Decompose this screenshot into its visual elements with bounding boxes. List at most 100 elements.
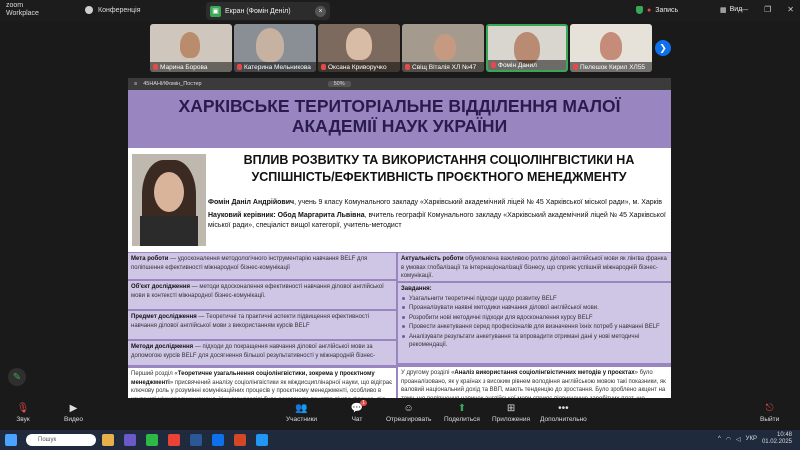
volume-icon[interactable]: ◁ [736,436,741,443]
participant-name: Катерина Мельникова [244,63,311,71]
record-indicator[interactable]: ● Запись [636,6,678,14]
participant-name: Свіщ Віталія ХЛ №47 [412,63,477,71]
tasks-block: Завдання: Узагальнити теоретичні підходи… [398,283,671,363]
windows-start-icon[interactable] [5,434,17,446]
share-indicator[interactable]: ▣ Екран (Фомін Деніл) × [206,2,330,20]
poster-subtitle-line-1: ВПЛИВ РОЗВИТКУ ТА ВИКОРИСТАННЯ СОЦІОЛІНГ… [243,153,635,167]
title-bar: zoom Workplace Конференція ▣ Екран (Фомі… [0,0,800,22]
participant-name: Пелешок Кирил ХЛ55 [580,63,646,71]
logo-line-2: Workplace [6,10,39,17]
section2-block: У другому розділі «Аналіз використання с… [398,367,671,398]
participant-tile[interactable]: Марина Борова [150,24,232,72]
object-block: Об'єкт дослідження — методи вдосконаленн… [128,281,396,309]
menu-icon[interactable]: ≡ [134,81,137,87]
conference-button[interactable]: Конференція [85,6,141,14]
mic-muted-icon [573,64,578,70]
mic-muted-icon [321,64,326,70]
participant-tile[interactable]: Пелешок Кирил ХЛ55 [570,24,652,72]
goal-block: Мета роботи — удосконалення методологічн… [128,253,396,279]
zoom-taskbar-icon[interactable] [212,434,224,446]
meeting-toolbar: 🎙 Звук ▶ Видео 👥 Участники 💬 1 Чат ☺ Отреагиро… [0,398,800,430]
close-window-icon[interactable]: ✕ [787,5,794,14]
language-indicator[interactable]: УКР [746,436,757,442]
participant-face [346,28,372,60]
chevron-up-icon[interactable]: ^ [718,436,721,442]
methods-block: Методи дослідження — підходи до покращен… [128,341,396,365]
react-label: Отреагировать [386,416,432,423]
leave-button[interactable]: ⎋ Выйти [760,402,779,424]
methods-label: Методи дослідження [131,344,194,350]
section2-intro: У другому розділі « [401,370,455,376]
chrome-icon[interactable] [168,434,180,446]
view-button[interactable]: ▦ Вид [720,6,742,14]
participant-name-bar: Пелешок Кирил ХЛ55 [570,62,652,72]
share-label: Поделиться [444,416,480,423]
poster-subtitle: ВПЛИВ РОЗВИТКУ ТА ВИКОРИСТАННЯ СОЦІОЛІНГ… [214,152,664,186]
restore-icon[interactable]: ❐ [764,5,771,14]
participant-tile[interactable]: Оксана Криворучко [318,24,400,72]
annotate-icon[interactable]: ✎ [8,368,26,386]
files-icon[interactable] [102,434,114,446]
participant-tile[interactable]: Катерина Мельникова [234,24,316,72]
poster-title: ХАРКІВСЬКЕ ТЕРИТОРІАЛЬНЕ ВІДДІЛЕННЯ МАЛО… [128,96,671,136]
screen-share-icon: ▣ [210,5,221,17]
windows-taskbar: Пошук ^ ◠ ◁ УКР 10:48 01.02.2025 [0,430,800,450]
mic-muted-icon [153,64,158,70]
people-icon: 👥 [295,402,308,414]
share-button[interactable]: ⬆ Поделиться [444,402,480,424]
react-button[interactable]: ☺ Отреагировать [386,402,432,424]
author-photo [132,154,206,246]
paw-icon [85,6,93,14]
task-item: Розробити нові методичні підходи для вдо… [401,314,668,323]
whatsapp-icon[interactable] [146,434,158,446]
taskbar-search[interactable]: Пошук [26,434,96,446]
participant-name: Фомін Данил [498,61,537,69]
mic-muted-icon [405,64,410,70]
audio-button[interactable]: 🎙 Звук [16,402,30,424]
viewer-title: 45НАНИФомін_Постер [143,81,202,87]
shield-icon [636,6,643,14]
close-icon[interactable]: × [315,5,326,17]
teams-icon[interactable] [124,434,136,446]
record-dot-icon: ● [647,6,652,14]
participants-button[interactable]: 👥 Участники [286,402,317,424]
powerpoint-icon[interactable] [234,434,246,446]
mic-off-icon: 🎙 [16,402,30,414]
document-viewer: ≡ 45НАНИФомін_Постер 50% ХАРКІВСЬКЕ ТЕРИ… [128,78,671,398]
chat-button[interactable]: 💬 1 Чат [350,400,367,423]
tasks-label: Завдання: [401,286,432,292]
participant-face [600,32,622,60]
word-icon[interactable] [190,434,202,446]
participant-name: Оксана Криворучко [328,63,387,71]
grid-icon: ▦ [720,7,727,14]
participant-name-bar: Марина Борова [150,62,232,72]
apps-icon: ⊞ [506,402,516,414]
section1-intro: Перший розділ « [131,371,178,377]
zoom-level[interactable]: 50% [327,81,351,87]
minimize-icon[interactable]: — [740,5,748,14]
apps-button[interactable]: ⊞ Приложения [492,402,530,424]
camera-icon: ▶ [69,402,78,414]
clock-date: 01.02.2025 [761,439,792,445]
advisor-label: Науковий керівник: Обод Маргарита Львівн… [208,212,365,219]
section1-text: » присвячений аналізу соціолінгвістики я… [131,379,393,399]
subject-block: Предмет дослідження — Теоретичні та прак… [128,311,396,339]
clock[interactable]: 10:48 01.02.2025 [762,432,792,446]
zoom-logo: zoom Workplace [6,2,39,18]
poster-title-line-1: ХАРКІВСЬКЕ ТЕРИТОРІАЛЬНЕ ВІДДІЛЕННЯ МАЛО… [178,96,621,116]
telegram-icon[interactable] [256,434,268,446]
participant-tile-active[interactable]: Фомін Данил [486,24,568,72]
poster-title-line-2: АКАДЕМІЇ НАУК УКРАЇНИ [291,116,508,136]
participant-name-bar: Фомін Данил [488,60,566,70]
shared-screen: ≡ 45НАНИФомін_Постер 50% ХАРКІВСЬКЕ ТЕРИ… [0,74,800,398]
participant-tile[interactable]: Свіщ Віталія ХЛ №47 [402,24,484,72]
next-page-icon[interactable]: ❯ [655,40,671,56]
wifi-icon[interactable]: ◠ [726,436,731,443]
more-label: Дополнительно [540,416,587,423]
more-button[interactable]: ••• Дополнительно [540,402,587,424]
system-tray: ^ ◠ ◁ УКР 10:48 01.02.2025 [718,432,792,446]
video-button[interactable]: ▶ Видео [64,402,83,424]
participant-name: Марина Борова [160,63,208,71]
participant-face [256,28,284,62]
participant-name-bar: Оксана Криворучко [318,62,400,72]
